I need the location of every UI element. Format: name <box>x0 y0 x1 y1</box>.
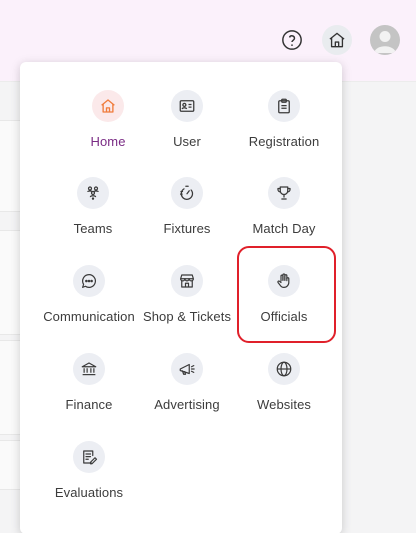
clipboard-icon <box>268 90 300 122</box>
menu-item-registration[interactable]: Registration <box>234 90 334 170</box>
chat-bubble-icon <box>73 265 105 297</box>
megaphone-icon <box>171 353 203 385</box>
storefront-icon <box>171 265 203 297</box>
menu-item-shop-tickets[interactable]: Shop & Tickets <box>137 265 237 345</box>
id-card-icon <box>171 90 203 122</box>
menu-item-label: Advertising <box>154 397 220 412</box>
menu-item-label: Fixtures <box>163 221 211 236</box>
menu-item-label: Officials <box>260 309 308 324</box>
app-menu-dropdown: Home User Registration Teams Fixtures Ma… <box>20 62 342 533</box>
background-panel <box>0 440 22 490</box>
menu-item-label: Communication <box>43 309 135 324</box>
background-panel <box>0 120 22 212</box>
menu-item-user[interactable]: User <box>137 90 237 170</box>
document-edit-icon <box>73 441 105 473</box>
menu-item-evaluations[interactable]: Evaluations <box>39 441 139 521</box>
background-panel <box>0 340 22 435</box>
menu-item-advertising[interactable]: Advertising <box>137 353 237 433</box>
raised-hand-icon <box>268 265 300 297</box>
menu-item-fixtures[interactable]: Fixtures <box>137 177 237 257</box>
menu-item-label: Websites <box>256 397 312 412</box>
bank-icon <box>73 353 105 385</box>
menu-item-communication[interactable]: Communication <box>39 265 139 345</box>
menu-item-label: Match Day <box>252 221 316 236</box>
people-group-icon <box>77 177 109 209</box>
stopwatch-icon <box>171 177 203 209</box>
user-avatar-icon[interactable] <box>370 25 400 55</box>
globe-icon <box>268 353 300 385</box>
menu-item-label: Registration <box>248 134 320 149</box>
menu-item-label: Teams <box>73 221 113 236</box>
menu-item-label: User <box>173 134 201 149</box>
menu-item-label: Evaluations <box>54 485 124 500</box>
menu-item-label: Shop & Tickets <box>142 309 232 324</box>
menu-item-teams[interactable]: Teams <box>43 177 143 257</box>
menu-item-officials[interactable]: Officials <box>234 265 334 345</box>
menu-item-label: Home <box>90 134 126 149</box>
home-icon <box>92 90 124 122</box>
menu-item-finance[interactable]: Finance <box>39 353 139 433</box>
menu-item-websites[interactable]: Websites <box>234 353 334 433</box>
home-icon[interactable] <box>322 25 352 55</box>
trophy-icon <box>268 177 300 209</box>
background-panel <box>0 230 22 335</box>
menu-item-label: Finance <box>65 397 113 412</box>
menu-item-match-day[interactable]: Match Day <box>234 177 334 257</box>
help-circle-icon[interactable] <box>277 25 307 55</box>
